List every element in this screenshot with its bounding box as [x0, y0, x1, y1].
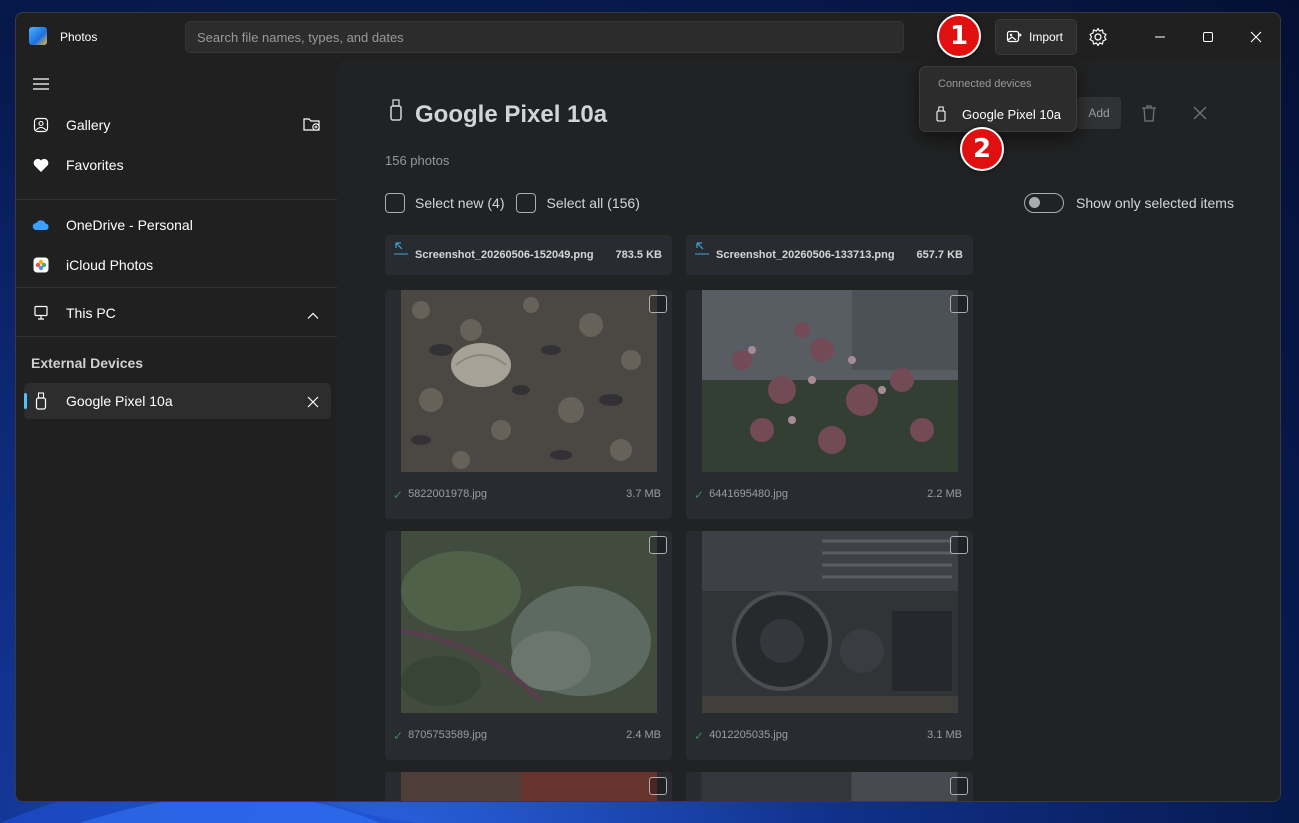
heart-icon	[32, 156, 50, 174]
search-input[interactable]	[185, 21, 904, 53]
overlay-dim	[337, 61, 1280, 801]
import-button[interactable]: Import	[995, 19, 1077, 55]
sidebar-item-label: Favorites	[66, 157, 124, 173]
computer-icon	[32, 304, 50, 322]
icloud-photos-icon	[32, 256, 50, 274]
sidebar-item-favorites[interactable]: Favorites	[24, 147, 331, 183]
step-1-badge: 1	[937, 14, 981, 58]
minimize-icon	[1155, 36, 1165, 38]
sidebar-item-label: Gallery	[66, 117, 111, 133]
minimize-button[interactable]	[1146, 23, 1174, 51]
photos-window: Photos Import	[15, 12, 1281, 802]
sidebar: Gallery Favorites OneDrive - Personal iC…	[16, 61, 337, 801]
connected-devices-menu: Connected devices Google Pixel 10a	[919, 66, 1077, 132]
maximize-icon	[1203, 32, 1213, 42]
sidebar-item-label: Google Pixel 10a	[66, 393, 173, 409]
usb-drive-icon	[936, 106, 946, 122]
settings-gear-icon[interactable]	[1088, 27, 1108, 47]
sidebar-divider	[16, 199, 337, 200]
sidebar-divider	[16, 336, 337, 337]
maximize-button[interactable]	[1194, 23, 1222, 51]
import-icon	[1006, 30, 1022, 43]
photos-app-icon	[29, 27, 47, 45]
gallery-icon	[32, 116, 50, 134]
sidebar-item-this-pc[interactable]: This PC	[24, 295, 331, 331]
import-label: Import	[1029, 30, 1064, 44]
close-icon	[1250, 31, 1262, 43]
menu-heading: Connected devices	[938, 78, 1032, 90]
usb-drive-icon	[32, 392, 50, 410]
close-window-button[interactable]	[1242, 23, 1270, 51]
chevron-up-icon[interactable]	[307, 307, 319, 323]
sidebar-divider	[16, 287, 337, 288]
hamburger-menu-icon[interactable]	[32, 77, 50, 91]
eject-close-icon[interactable]	[307, 395, 319, 411]
menu-item-label: Google Pixel 10a	[962, 106, 1062, 122]
step-2-badge: 2	[960, 127, 1004, 171]
active-indicator	[24, 393, 27, 409]
add-folder-icon[interactable]	[303, 116, 321, 135]
sidebar-item-label: OneDrive - Personal	[66, 217, 193, 233]
sidebar-item-label: This PC	[66, 305, 116, 321]
sidebar-item-gallery[interactable]: Gallery	[24, 107, 331, 143]
sidebar-item-label: iCloud Photos	[66, 257, 154, 273]
sidebar-item-google-pixel[interactable]: Google Pixel 10a	[24, 383, 331, 419]
external-devices-heading: External Devices	[31, 355, 144, 371]
onedrive-cloud-icon	[32, 216, 50, 234]
sidebar-item-onedrive[interactable]: OneDrive - Personal	[24, 207, 331, 243]
menu-item-google-pixel[interactable]: Google Pixel 10a	[924, 100, 1074, 128]
main-content: Google Pixel 10a 156 photos Add Select n…	[337, 61, 1280, 801]
title-bar: Photos Import	[16, 13, 1280, 61]
app-title: Photos	[60, 30, 98, 44]
sidebar-item-icloud[interactable]: iCloud Photos	[24, 247, 331, 283]
